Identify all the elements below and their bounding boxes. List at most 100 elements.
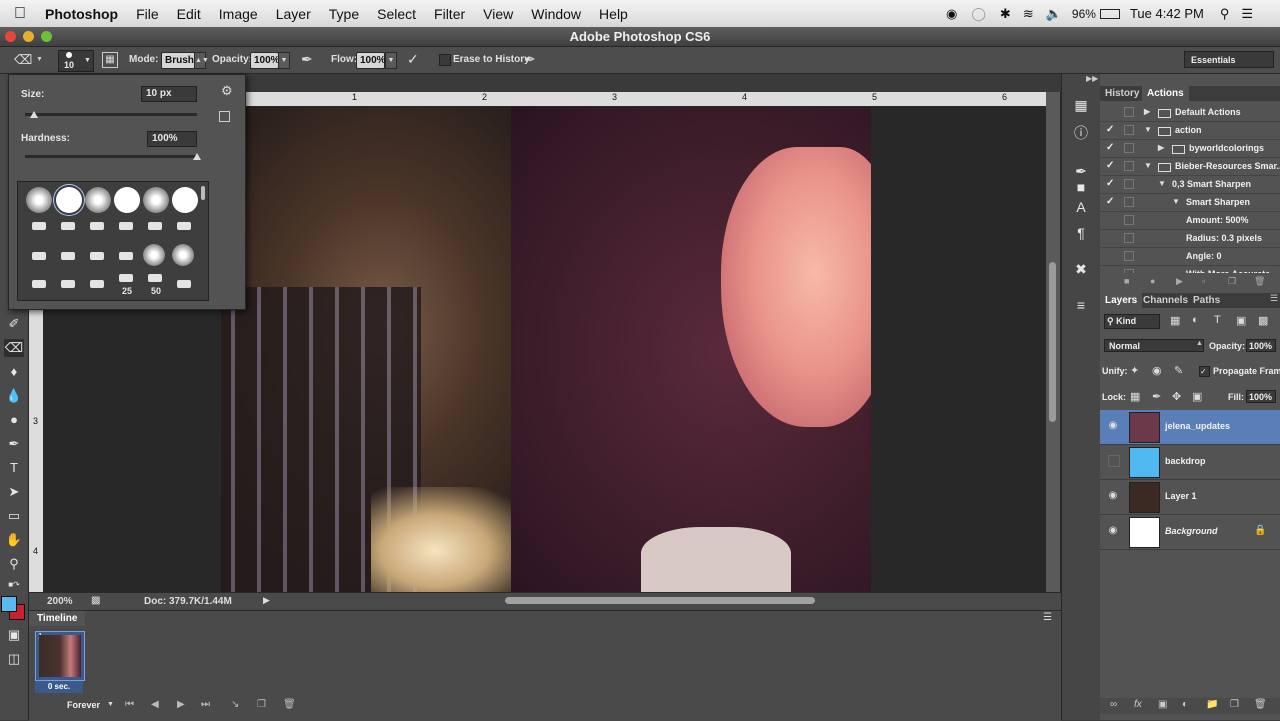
brush-grid-scroll-thumb[interactable]: [201, 186, 205, 200]
filter-kind-select[interactable]: ⚲ Kind: [1104, 314, 1160, 329]
new-layer-icon[interactable]: ❐: [1230, 699, 1239, 710]
dialog-toggle-icon[interactable]: [1124, 269, 1134, 273]
dialog-toggle-icon[interactable]: [1124, 197, 1134, 207]
visibility-eye-icon[interactable]: ◉: [1106, 525, 1120, 537]
loop-options[interactable]: Forever: [67, 700, 100, 710]
clock[interactable]: Tue 4:42 PM: [1130, 6, 1204, 21]
doc-size-info[interactable]: Doc: 379.7K/1.44M: [144, 596, 232, 607]
brush-tip-stroke[interactable]: [90, 222, 104, 230]
expand-arrow-icon[interactable]: ▼: [1144, 157, 1152, 175]
new-group-icon[interactable]: 📁: [1206, 699, 1218, 710]
new-preset-icon[interactable]: [219, 111, 230, 122]
size-slider[interactable]: [25, 113, 197, 116]
brush-tip-stroke[interactable]: [61, 280, 75, 288]
previous-frame-icon[interactable]: ◀: [151, 699, 159, 710]
brush-tip-soft[interactable]: [143, 244, 165, 266]
visibility-eye-icon[interactable]: ◉: [1106, 420, 1120, 432]
hardness-field[interactable]: 100%: [147, 131, 197, 147]
action-toggle-checkbox[interactable]: ✓: [1106, 139, 1116, 157]
delete-frame-icon[interactable]: 🗑: [283, 699, 296, 710]
delete-action-icon[interactable]: 🗑: [1254, 276, 1265, 287]
menu-filter[interactable]: Filter: [425, 6, 474, 22]
layer-opacity-field[interactable]: 100%: [1246, 339, 1276, 352]
menu-select[interactable]: Select: [368, 6, 425, 22]
spotlight-icon[interactable]: ⚲: [1220, 6, 1230, 22]
blend-mode-arrow-icon[interactable]: ▲: [1196, 340, 1203, 347]
lock-transparent-icon[interactable]: ▦: [1130, 390, 1140, 403]
brush-tip-stroke[interactable]: [148, 222, 162, 230]
apple-menu-icon[interactable]: : [0, 5, 36, 23]
volume-icon[interactable]: 🔈: [1046, 6, 1062, 22]
bluetooth-icon[interactable]: ✱: [1000, 6, 1011, 22]
next-frame-icon[interactable]: ⏭: [201, 699, 210, 710]
add-mask-icon[interactable]: ▣: [1158, 699, 1167, 710]
blur-tool-icon[interactable]: 💧: [4, 387, 24, 405]
brush-tip-stroke[interactable]: [119, 252, 133, 260]
delete-layer-icon[interactable]: 🗑: [1254, 699, 1267, 710]
document-image[interactable]: [221, 107, 871, 593]
tool-preset-arrow-icon[interactable]: ▼: [36, 56, 43, 63]
status-menu-arrow-icon[interactable]: ▶: [263, 595, 270, 606]
wifi-icon[interactable]: ≋: [1023, 6, 1034, 22]
brush-preset-picker[interactable]: 10 ▼: [58, 50, 94, 72]
quick-mask-icon[interactable]: ▣: [4, 626, 24, 644]
notification-center-icon[interactable]: ☰: [1241, 6, 1253, 22]
size-field[interactable]: 10 px: [141, 86, 197, 102]
first-frame-icon[interactable]: ⏮: [125, 699, 134, 710]
action-row[interactable]: With More Accurate: [1100, 265, 1280, 273]
action-row[interactable]: ✓ ▼ Bieber-Resources Smar...: [1100, 157, 1280, 176]
opacity-arrow-icon[interactable]: ▼: [278, 52, 290, 69]
character-icon[interactable]: A: [1071, 198, 1091, 216]
expand-arrow-icon[interactable]: ▼: [1172, 193, 1180, 211]
animation-frame[interactable]: 1: [35, 631, 85, 681]
filter-shape-icon[interactable]: ▣: [1236, 314, 1246, 327]
mode-select-arrow-icon[interactable]: ▲▼: [194, 52, 209, 69]
type-tool-icon[interactable]: T: [4, 459, 24, 477]
expand-arrow-icon[interactable]: ▼: [1158, 175, 1166, 193]
tab-actions[interactable]: Actions: [1142, 86, 1189, 101]
pressure-size-icon[interactable]: ✒: [524, 51, 536, 68]
expand-arrow-icon[interactable]: ▶: [1158, 139, 1164, 157]
sync-icon[interactable]: ◯: [971, 6, 986, 22]
brush-tip-stroke[interactable]: [32, 280, 46, 288]
erase-history-checkbox[interactable]: [439, 54, 451, 66]
loop-arrow-icon[interactable]: ▼: [107, 701, 114, 708]
layers-menu-icon[interactable]: ☰: [1270, 293, 1278, 304]
minimize-window-button[interactable]: [23, 31, 34, 42]
menu-window[interactable]: Window: [522, 6, 590, 22]
dialog-toggle-icon[interactable]: [1124, 233, 1134, 243]
menu-file[interactable]: File: [127, 6, 168, 22]
blend-mode-select[interactable]: Normal: [1104, 339, 1204, 352]
flow-field[interactable]: 100%: [356, 52, 386, 69]
dialog-toggle-icon[interactable]: [1124, 143, 1134, 153]
adjustments-icon[interactable]: ≡: [1071, 296, 1091, 314]
brush-tip-stroke[interactable]: [61, 252, 75, 260]
filter-type-icon[interactable]: T: [1214, 314, 1221, 326]
play-icon[interactable]: ▶: [177, 699, 185, 710]
brush-tip-soft[interactable]: [172, 244, 194, 266]
lock-position-icon[interactable]: ✥: [1172, 390, 1181, 403]
brush-tip-hard[interactable]: [172, 187, 198, 213]
flow-arrow-icon[interactable]: ▼: [385, 52, 397, 69]
paint-bucket-tool-icon[interactable]: ♦: [4, 363, 24, 381]
action-toggle-checkbox[interactable]: ✓: [1106, 157, 1116, 175]
brush-tip-soft[interactable]: [26, 187, 52, 213]
expand-arrow-icon[interactable]: ▶: [1144, 103, 1150, 121]
unify-position-icon[interactable]: ✦: [1130, 364, 1139, 377]
action-row[interactable]: Angle: 0: [1100, 247, 1280, 266]
stop-icon[interactable]: ■: [1124, 276, 1129, 286]
hand-tool-icon[interactable]: ✋: [4, 531, 24, 549]
dialog-toggle-icon[interactable]: [1124, 107, 1134, 117]
visibility-eye-icon[interactable]: ◉: [1106, 490, 1120, 502]
hardness-slider[interactable]: [25, 155, 197, 158]
brush-tip-stroke[interactable]: [61, 222, 75, 230]
tool-presets-icon[interactable]: ✖: [1071, 260, 1091, 278]
horizontal-scroll-thumb[interactable]: [505, 597, 815, 604]
unify-style-icon[interactable]: ✎: [1174, 364, 1183, 377]
play-action-icon[interactable]: ▶: [1176, 276, 1183, 287]
action-row[interactable]: Amount: 500%: [1100, 211, 1280, 230]
brush-tip-hard-selected[interactable]: [56, 187, 82, 213]
eraser-tool-preset-icon[interactable]: ⌫: [14, 52, 32, 68]
default-colors-icon[interactable]: ■↷: [4, 576, 24, 594]
layer-row[interactable]: ◉ jelena_updates: [1100, 410, 1280, 445]
